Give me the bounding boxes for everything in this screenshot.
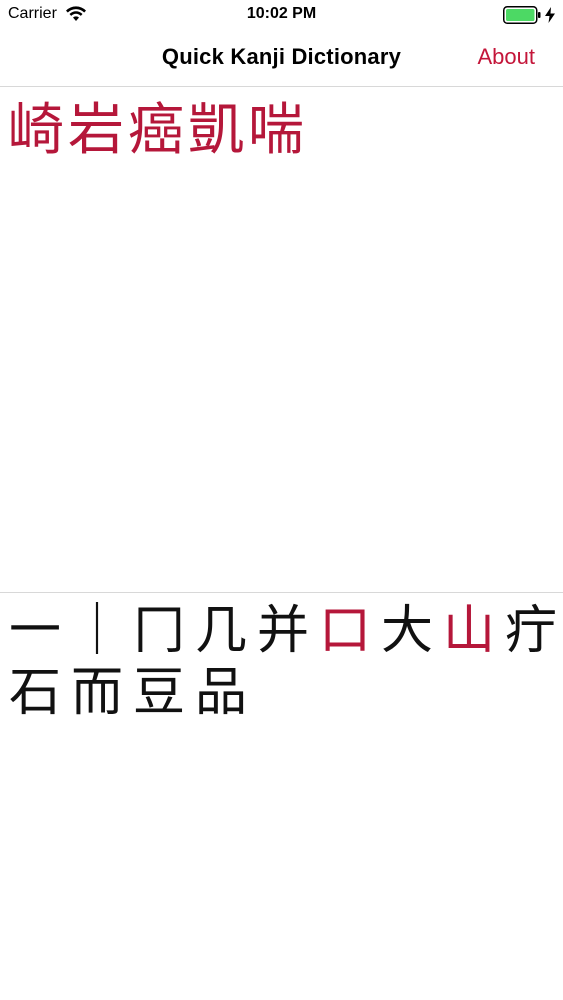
status-bar: Carrier 10:02 PM [0, 0, 563, 30]
radical-item[interactable]: 豆 [128, 662, 190, 724]
charging-bolt-icon [545, 7, 555, 23]
radical-item[interactable]: 冂 [128, 600, 190, 662]
result-kanji[interactable]: 岩 [68, 98, 124, 164]
result-kanji[interactable]: 癌 [128, 98, 184, 164]
radical-item-selected[interactable]: 山 [438, 600, 500, 662]
radical-item[interactable]: 品 [190, 662, 252, 724]
radical-item[interactable]: 几 [190, 600, 252, 662]
radical-item[interactable]: 一 [4, 600, 66, 662]
result-kanji[interactable]: 喘 [248, 98, 304, 164]
battery-icon [503, 6, 541, 24]
battery-group [503, 6, 555, 24]
divider [0, 592, 563, 593]
kanji-results: 崎岩癌凱喘 [0, 88, 563, 592]
result-kanji[interactable]: 凱 [188, 98, 244, 164]
radical-item[interactable]: 而 [66, 662, 128, 724]
radical-item[interactable]: 疔 [500, 600, 562, 662]
radical-item[interactable]: 并 [252, 600, 314, 662]
radical-item[interactable]: ｜ [66, 600, 128, 662]
radical-item-selected[interactable]: 口 [314, 600, 376, 662]
navigation-bar: Quick Kanji Dictionary About [0, 30, 563, 87]
radical-item[interactable]: 大 [376, 600, 438, 662]
status-time: 10:02 PM [246, 5, 317, 22]
about-button[interactable]: About [478, 44, 536, 70]
result-kanji[interactable]: 崎 [8, 98, 64, 164]
radical-item[interactable]: 石 [4, 662, 66, 724]
radical-picker: 一｜冂几并口大山疔石而豆品 [0, 600, 563, 1000]
